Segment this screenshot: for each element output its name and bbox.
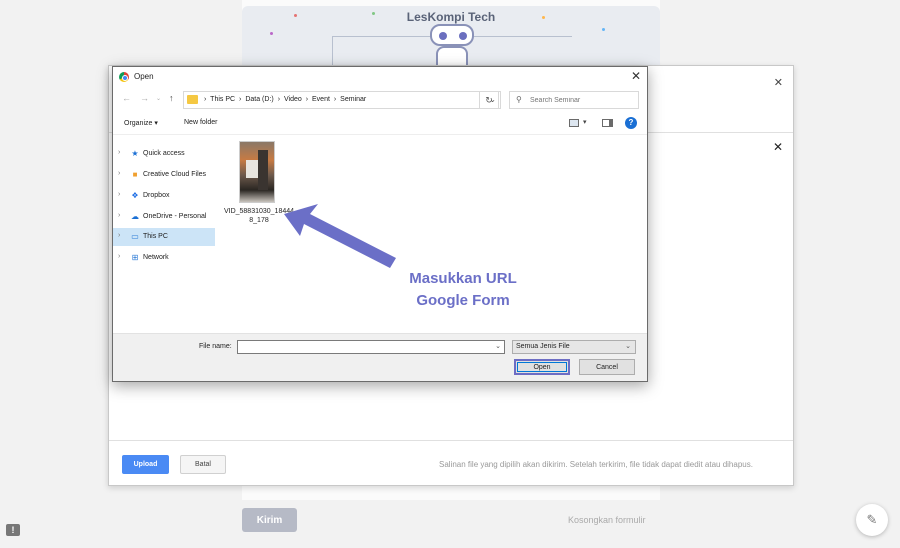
back-arrow-icon[interactable]: ← bbox=[122, 93, 131, 103]
dialog-toolbar: Organize ▾ New folder ▾ ? bbox=[113, 113, 647, 135]
star-icon: ★ bbox=[131, 149, 139, 158]
breadcrumb-item[interactable]: Data (D:) bbox=[245, 96, 273, 103]
refresh-icon[interactable]: ↻ bbox=[479, 91, 499, 109]
dialog-title: Open bbox=[134, 72, 154, 81]
annotation-text: Masukkan URL Google Form bbox=[388, 268, 538, 312]
new-folder-button[interactable]: New folder bbox=[184, 119, 217, 126]
confetti-dot bbox=[602, 28, 605, 31]
breadcrumb-item[interactable]: Event bbox=[312, 96, 330, 103]
cancel-button[interactable]: Cancel bbox=[579, 359, 635, 375]
upload-notice: Salinan file yang dipilih akan dikirim. … bbox=[439, 460, 753, 469]
change-view-icon[interactable] bbox=[569, 119, 579, 127]
dropbox-icon: ❖ bbox=[131, 191, 139, 200]
search-box[interactable]: ⚲ bbox=[509, 91, 639, 109]
organize-menu[interactable]: Organize ▾ bbox=[124, 119, 158, 127]
organize-label: Organize bbox=[124, 120, 153, 127]
address-row: ← → ⌄ ↑ › This PC › Data (D:) › Video › … bbox=[113, 89, 647, 111]
breadcrumb-item[interactable]: Video bbox=[284, 96, 302, 103]
dialog-bottom-bar: File name: ⌄ Semua Jenis File ⌄ Open Can… bbox=[113, 333, 647, 381]
breadcrumb: › This PC › Data (D:) › Video › Event › … bbox=[204, 96, 367, 103]
nav-item-onedrive[interactable]: › ☁ OneDrive - Personal bbox=[113, 208, 215, 226]
banner-title: LesKompi Tech bbox=[406, 10, 496, 24]
upload-panel-close-icon[interactable]: ✕ bbox=[773, 140, 783, 154]
submit-button[interactable]: Kirim bbox=[242, 508, 297, 532]
computer-icon: ▭ bbox=[131, 232, 139, 241]
forward-arrow-icon[interactable]: → bbox=[140, 93, 149, 103]
up-arrow-icon[interactable]: ↑ bbox=[169, 93, 174, 103]
open-button[interactable]: Open bbox=[514, 359, 570, 375]
confetti-dot bbox=[542, 16, 545, 19]
creative-cloud-icon: ■ bbox=[132, 170, 138, 179]
clear-form-link[interactable]: Kosongkan formulir bbox=[568, 515, 646, 525]
nav-item-this-pc[interactable]: › ▭ This PC bbox=[113, 228, 215, 246]
picker-footer: Upload Batal Salinan file yang dipilih a… bbox=[109, 440, 793, 487]
search-icon: ⚲ bbox=[516, 95, 522, 104]
address-bar[interactable]: › This PC › Data (D:) › Video › Event › … bbox=[183, 91, 501, 109]
breadcrumb-item[interactable]: Seminar bbox=[340, 96, 366, 103]
annotation-line-2: Google Form bbox=[416, 292, 510, 309]
chevron-down-icon: ⌄ bbox=[625, 343, 631, 350]
chevron-down-icon[interactable]: ⌄ bbox=[495, 342, 501, 350]
folder-icon bbox=[187, 95, 198, 104]
expand-chevron-icon[interactable]: › bbox=[118, 170, 120, 177]
dialog-titlebar: Open ✕ bbox=[113, 67, 647, 87]
confetti-dot bbox=[372, 12, 375, 15]
breadcrumb-item[interactable]: This PC bbox=[210, 96, 235, 103]
file-name-input[interactable] bbox=[238, 341, 488, 353]
search-input[interactable] bbox=[530, 94, 634, 106]
expand-chevron-icon[interactable]: › bbox=[118, 191, 120, 198]
onedrive-icon: ☁ bbox=[131, 212, 139, 221]
confetti-dot bbox=[270, 32, 273, 35]
nav-item-creative-cloud[interactable]: › ■ Creative Cloud Files bbox=[113, 166, 215, 184]
file-name-field-label: File name: bbox=[199, 343, 232, 350]
chrome-icon bbox=[119, 72, 129, 82]
file-type-select[interactable]: Semua Jenis File ⌄ bbox=[512, 340, 636, 354]
annotation-line-1: Masukkan URL bbox=[409, 270, 517, 287]
nav-item-network[interactable]: › ⊞ Network bbox=[113, 249, 215, 267]
expand-chevron-icon[interactable]: › bbox=[118, 212, 120, 219]
video-thumbnail[interactable] bbox=[239, 141, 275, 203]
network-icon: ⊞ bbox=[131, 253, 139, 262]
annotation-arrow-icon bbox=[284, 204, 396, 268]
expand-chevron-icon[interactable]: › bbox=[118, 149, 120, 156]
view-dropdown-icon[interactable]: ▾ bbox=[583, 118, 587, 126]
file-name-combobox[interactable]: ⌄ bbox=[237, 340, 505, 354]
dialog-close-icon[interactable]: ✕ bbox=[631, 69, 641, 83]
upload-button[interactable]: Upload bbox=[122, 455, 169, 474]
feedback-icon[interactable]: ! bbox=[6, 524, 20, 536]
nav-item-dropbox[interactable]: › ❖ Dropbox bbox=[113, 187, 215, 205]
edit-pencil-icon[interactable]: ✎ bbox=[856, 504, 888, 536]
recent-locations-icon[interactable]: ⌄ bbox=[156, 95, 161, 102]
expand-chevron-icon[interactable]: › bbox=[118, 253, 120, 260]
expand-chevron-icon[interactable]: › bbox=[118, 232, 120, 239]
cancel-button[interactable]: Batal bbox=[180, 455, 226, 474]
nav-item-quick-access[interactable]: › ★ Quick access bbox=[113, 145, 215, 163]
help-icon[interactable]: ? bbox=[625, 117, 637, 129]
preview-pane-icon[interactable] bbox=[602, 119, 613, 127]
navigation-pane: › ★ Quick access › ■ Creative Cloud File… bbox=[113, 137, 217, 333]
confetti-dot bbox=[294, 14, 297, 17]
form-banner: LesKompi Tech bbox=[242, 6, 660, 72]
picker-close-icon[interactable]: ✕ bbox=[774, 76, 783, 89]
